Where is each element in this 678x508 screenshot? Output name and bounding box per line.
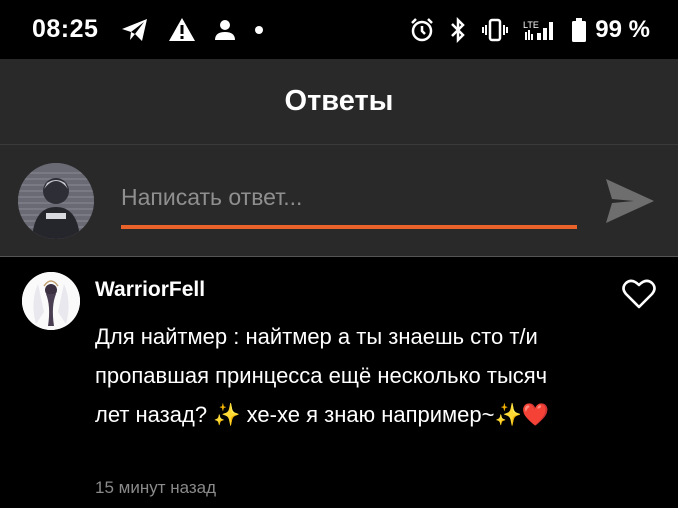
dot-icon [254, 25, 264, 35]
status-bar: 08:25 LTE 99 % [0, 0, 678, 59]
lte-signal-icon: LTE [523, 18, 557, 42]
page-title: Ответы [284, 85, 394, 117]
like-button[interactable] [622, 278, 656, 310]
app-header: Ответы [0, 59, 678, 145]
status-time: 08:25 [32, 15, 99, 43]
person-icon [214, 19, 236, 41]
reply-placeholder: Написать ответ... [121, 184, 303, 210]
comment-item: WarriorFell Для найтмер : найтмер а ты з… [0, 257, 678, 507]
comment-text: Для найтмер : найтмер а ты знаешь сто т/… [95, 324, 550, 427]
battery-icon [571, 17, 587, 43]
comment-author-avatar[interactable] [22, 272, 80, 330]
comment-author-name[interactable]: WarriorFell [95, 278, 205, 302]
send-icon [606, 179, 654, 223]
battery-percent: 99 % [595, 15, 650, 43]
lte-label: LTE [523, 20, 539, 30]
current-user-avatar[interactable] [18, 162, 94, 239]
bluetooth-icon [449, 16, 467, 43]
reply-input[interactable]: Написать ответ... [121, 171, 577, 229]
comment-timestamp: 15 минут назад [95, 478, 217, 497]
alarm-icon [409, 17, 435, 43]
warning-icon [168, 17, 196, 42]
heart-outline-icon [622, 279, 656, 309]
telegram-icon [120, 17, 150, 43]
reply-composer: Написать ответ... [0, 145, 678, 257]
send-button[interactable] [604, 175, 656, 227]
vibrate-icon [481, 18, 509, 42]
